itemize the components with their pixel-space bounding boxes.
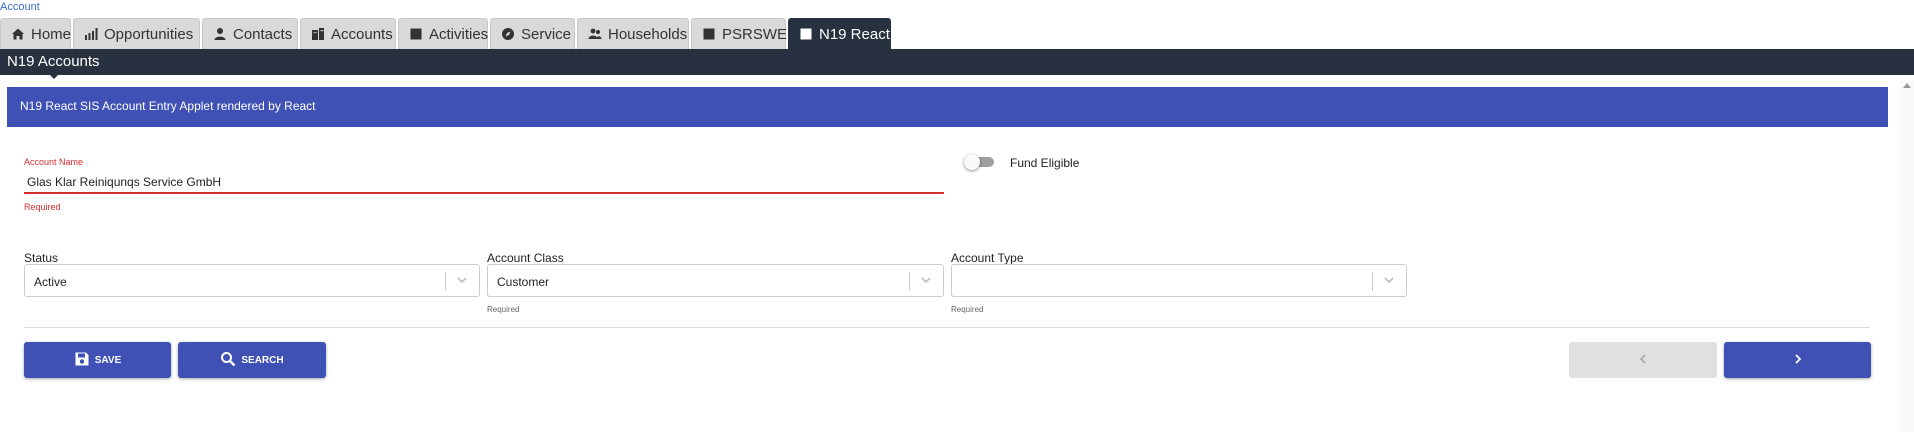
active-indicator xyxy=(48,73,60,79)
tab-opportunities[interactable]: Opportunities xyxy=(73,18,200,49)
chevron-right-icon xyxy=(1791,352,1805,369)
square-icon xyxy=(409,26,423,42)
tab-accounts[interactable]: Accounts xyxy=(300,18,396,49)
account-name-input[interactable] xyxy=(24,172,944,194)
account-class-helper: Required xyxy=(487,305,520,314)
tab-psrswe[interactable]: PSRSWE xyxy=(691,18,788,49)
status-label: Status xyxy=(24,251,59,265)
search-icon xyxy=(220,351,236,370)
account-class-select[interactable]: Customer xyxy=(487,264,944,297)
tab-label: Households xyxy=(608,25,688,43)
tab-label: Service xyxy=(521,25,572,43)
tab-label: Opportunities xyxy=(104,25,194,43)
tab-label: Activities xyxy=(429,25,489,43)
save-button[interactable]: SAVE xyxy=(24,342,171,378)
account-class-label: Account Class xyxy=(487,251,564,265)
tab-label: N19 React xyxy=(819,25,890,43)
chevron-down-icon[interactable] xyxy=(1382,273,1396,287)
chevron-down-icon[interactable] xyxy=(919,273,933,287)
chevron-down-icon[interactable] xyxy=(455,273,469,287)
status-select[interactable]: Active xyxy=(24,264,480,297)
square-icon xyxy=(702,26,716,42)
applet-header: N19 React SIS Account Entry Applet rende… xyxy=(7,87,1888,127)
previous-record-button[interactable] xyxy=(1569,342,1717,378)
save-icon xyxy=(74,351,90,370)
select-separator xyxy=(1372,272,1373,291)
search-label: SEARCH xyxy=(241,354,284,366)
tab-contacts[interactable]: Contacts xyxy=(202,18,298,49)
tab-service[interactable]: Service xyxy=(490,18,575,49)
compass-icon xyxy=(501,26,515,42)
account-type-helper: Required xyxy=(951,305,984,314)
chart-icon xyxy=(84,26,98,42)
tab-label: Home xyxy=(31,25,72,43)
account-type-select[interactable] xyxy=(951,264,1407,297)
account-name-helper: Required xyxy=(24,202,61,212)
subview-title[interactable]: N19 Accounts xyxy=(7,53,100,70)
people-icon xyxy=(588,26,602,42)
person-icon xyxy=(213,26,227,42)
breadcrumb[interactable]: Account xyxy=(0,0,40,16)
tab-label: Contacts xyxy=(233,25,293,43)
fund-eligible-toggle[interactable] xyxy=(964,154,994,170)
building-icon xyxy=(311,26,325,42)
search-button[interactable]: SEARCH xyxy=(178,342,326,378)
scrollbar[interactable] xyxy=(1900,80,1914,432)
tab-label: PSRSWE xyxy=(722,25,788,43)
scroll-up-icon[interactable] xyxy=(1903,83,1911,88)
chevron-left-icon xyxy=(1636,352,1650,369)
tab-home[interactable]: Home xyxy=(0,18,71,49)
tab-n19-react[interactable]: N19 React xyxy=(788,18,891,49)
toggle-knob xyxy=(964,154,980,170)
subview-bar: N19 Accounts xyxy=(0,49,1914,79)
form-divider xyxy=(24,327,1870,328)
tab-activities[interactable]: Activities xyxy=(398,18,488,49)
select-separator xyxy=(445,272,446,291)
account-class-value: Customer xyxy=(497,275,550,289)
tab-label: Accounts xyxy=(331,25,393,43)
home-icon xyxy=(11,26,25,42)
applet-title: N19 React SIS Account Entry Applet rende… xyxy=(20,99,316,113)
save-label: SAVE xyxy=(94,354,122,366)
tab-households[interactable]: Households xyxy=(577,18,689,49)
square-icon xyxy=(799,26,813,42)
account-type-label: Account Type xyxy=(951,251,1024,265)
account-name-label: Account Name xyxy=(24,157,84,167)
status-value: Active xyxy=(34,275,67,289)
fund-eligible-label: Fund Eligible xyxy=(1010,156,1080,170)
tab-bar: Home Opportunities Contacts Accounts Act… xyxy=(0,18,893,49)
next-record-button[interactable] xyxy=(1724,342,1871,378)
select-separator xyxy=(909,272,910,291)
